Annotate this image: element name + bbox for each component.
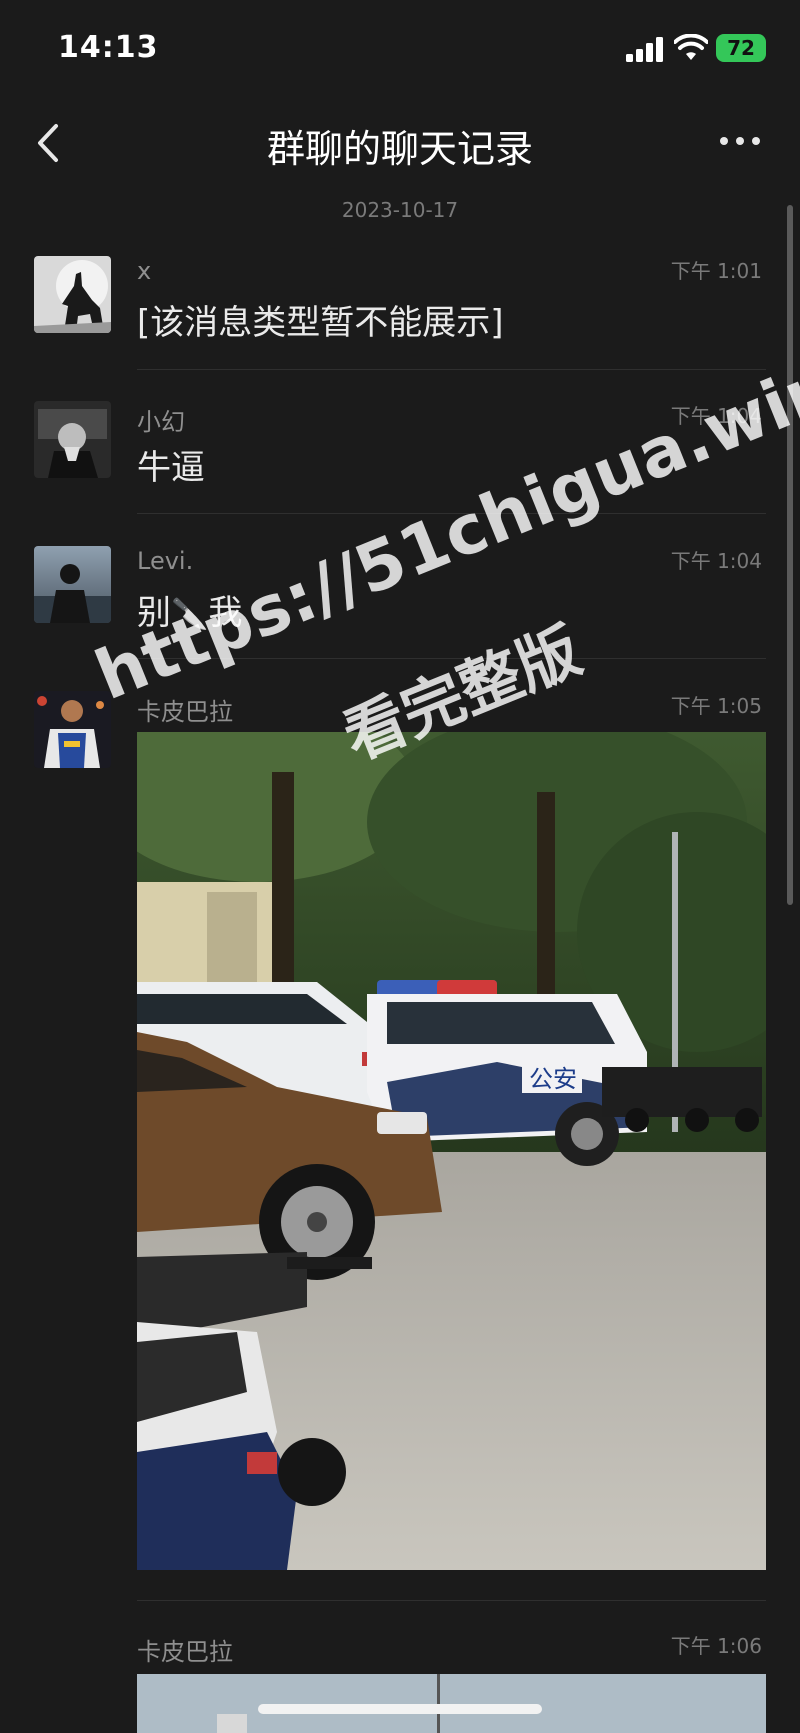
knife-emoji: 🔪 [171, 597, 209, 632]
message-text: 牛逼 [137, 448, 205, 488]
message-text: 别🔪我 [137, 585, 242, 634]
message-item[interactable]: 卡皮巴拉 下午 1:05 公安 [0, 690, 800, 1570]
divider [137, 513, 766, 514]
status-bar: 14:13 72 [0, 0, 800, 100]
message-item[interactable]: 卡皮巴拉 下午 1:06 [0, 1630, 800, 1733]
sender-name: x [137, 257, 152, 285]
page-title: 群聊的聊天记录 [266, 127, 533, 171]
police-car-text: 公安 [529, 1065, 577, 1093]
divider [137, 658, 766, 659]
battery-icon: 72 [716, 34, 766, 62]
sender-name: 卡皮巴拉 [137, 698, 233, 726]
sender-name: Levi. [137, 547, 194, 575]
cellular-signal-icon [626, 37, 663, 62]
message-image[interactable]: 公安 [137, 732, 766, 1570]
message-time: 下午 1:06 [670, 1634, 762, 1658]
avatar[interactable] [34, 256, 111, 333]
scrollbar[interactable] [787, 205, 793, 905]
sender-name: 卡皮巴拉 [137, 1638, 233, 1666]
message-time: 下午 1:01 [670, 259, 762, 283]
sender-name: 小幻 [137, 408, 185, 436]
avatar[interactable] [34, 691, 111, 768]
message-time: 下午 1:04 [670, 404, 762, 428]
date-separator: 2023-10-17 [341, 198, 459, 222]
more-icon[interactable] [716, 126, 764, 156]
message-text: [该消息类型暂不能展示] [137, 303, 504, 343]
home-indicator[interactable] [258, 1704, 542, 1714]
status-time: 14:13 [58, 30, 159, 65]
divider [137, 1600, 766, 1601]
message-text-part: 别 [137, 593, 171, 633]
message-time: 下午 1:04 [670, 549, 762, 573]
nav-bar: 群聊的聊天记录 [0, 100, 800, 190]
battery-level: 72 [727, 36, 755, 60]
divider [137, 369, 766, 370]
message-item[interactable]: x 下午 1:01 [该消息类型暂不能展示] [0, 255, 800, 370]
avatar[interactable] [34, 401, 111, 478]
wifi-icon [674, 34, 708, 60]
message-text-part: 我 [208, 593, 243, 633]
message-item[interactable]: Levi. 下午 1:04 别🔪我 [0, 545, 800, 660]
avatar[interactable] [34, 546, 111, 623]
message-time: 下午 1:05 [670, 694, 762, 718]
message-item[interactable]: 小幻 下午 1:04 牛逼 [0, 400, 800, 515]
